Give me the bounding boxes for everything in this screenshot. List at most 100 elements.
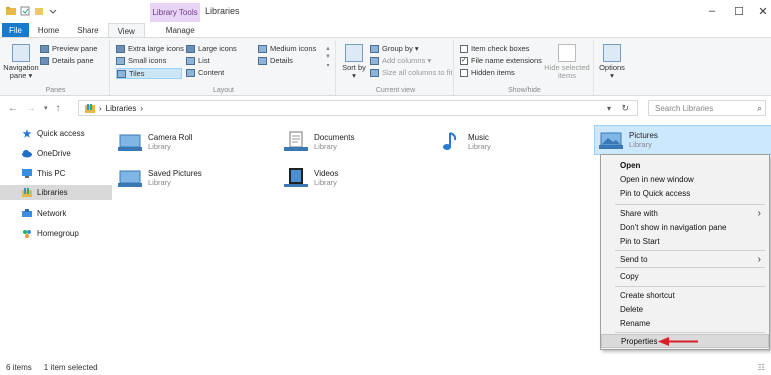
list-icon: [186, 56, 195, 65]
folder-icon[interactable]: [6, 6, 16, 16]
navigation-pane-icon: [12, 44, 30, 62]
tab-file[interactable]: File: [2, 23, 29, 38]
list-option[interactable]: List: [186, 56, 210, 65]
preview-pane-icon: [40, 44, 49, 53]
address-row: ← → ▾ ↑ › Libraries › ▾ ↻ Search Librari…: [0, 98, 771, 118]
homegroup-icon: [23, 230, 31, 238]
menu-separator: [615, 286, 765, 287]
videos-library-icon: [284, 168, 308, 187]
menu-item-rename[interactable]: Rename: [601, 317, 769, 330]
menu-item-send-to[interactable]: Send to ›: [601, 253, 769, 266]
details-pane-button[interactable]: Details pane: [40, 56, 94, 65]
extra-large-icons-option[interactable]: Extra large icons: [116, 44, 184, 53]
new-folder-icon[interactable]: [34, 6, 44, 16]
sidebar-item-quick-access[interactable]: Quick access: [8, 126, 108, 141]
checkbox-icon: [460, 44, 468, 53]
forward-button[interactable]: →: [26, 103, 36, 114]
hide-selected-items-button[interactable]: Hide selected items: [542, 44, 592, 81]
tiles-icon: [117, 69, 126, 78]
menu-item-open-new-window[interactable]: Open in new window: [601, 173, 769, 186]
status-selected-count: 1 item selected: [43, 363, 98, 372]
breadcrumb-separator: ›: [99, 103, 102, 113]
add-columns-button[interactable]: Add columns ▾: [370, 56, 431, 65]
add-columns-icon: [370, 56, 379, 65]
menu-item-share-with[interactable]: Share with ›: [601, 207, 769, 220]
menu-item-delete[interactable]: Delete: [601, 303, 769, 316]
minimize-button[interactable]: –: [697, 4, 727, 18]
navigation-pane-button[interactable]: Navigation pane ▾: [3, 44, 39, 81]
menu-item-open[interactable]: Open: [601, 159, 769, 172]
library-camera-roll[interactable]: Camera Roll Library: [118, 128, 268, 156]
camera-roll-library-icon: [118, 134, 142, 151]
expand-icon: ▾: [326, 63, 330, 69]
sidebar-item-this-pc[interactable]: This PC: [8, 166, 108, 181]
sort-by-button[interactable]: Sort by ▾: [342, 44, 366, 81]
sidebar-item-network[interactable]: Network: [8, 206, 108, 221]
library-videos[interactable]: Videos Library: [284, 164, 434, 192]
pictures-library-icon: [599, 132, 623, 149]
menu-item-create-shortcut[interactable]: Create shortcut: [601, 289, 769, 302]
content-option[interactable]: Content: [186, 68, 224, 77]
current-view-group-label: Current view: [375, 87, 416, 94]
extra-large-icons-icon: [116, 44, 125, 53]
music-library-icon: [443, 132, 457, 150]
menu-item-dont-show-nav[interactable]: Don't show in navigation pane: [601, 221, 769, 234]
address-bar[interactable]: › Libraries › ▾ ↻: [78, 100, 638, 116]
address-dropdown-button[interactable]: ▾: [607, 104, 611, 113]
close-button[interactable]: ✕: [748, 4, 771, 18]
details-pane-icon: [40, 56, 49, 65]
window-title: Libraries: [205, 6, 240, 16]
menu-item-pin-start[interactable]: Pin to Start: [601, 235, 769, 248]
sidebar-item-onedrive[interactable]: OneDrive: [8, 146, 108, 161]
group-by-button[interactable]: Group by ▾: [370, 44, 419, 53]
large-icons-option[interactable]: Large icons: [186, 44, 237, 53]
tiles-option[interactable]: Tiles: [116, 68, 182, 79]
details-icon: [258, 56, 267, 65]
search-input[interactable]: Search Libraries ⌕: [648, 100, 766, 116]
sort-icon: [345, 44, 363, 62]
context-menu: Open Open in new window Pin to Quick acc…: [600, 154, 770, 350]
item-check-boxes-toggle[interactable]: Item check boxes: [460, 44, 529, 53]
menu-item-properties[interactable]: Properties: [601, 334, 769, 348]
size-columns-button[interactable]: Size all columns to fit: [370, 68, 452, 77]
view-toggle-icon[interactable]: ☷: [758, 363, 765, 372]
menu-item-copy[interactable]: Copy: [601, 270, 769, 283]
network-icon: [22, 209, 32, 217]
tab-manage[interactable]: Manage: [157, 23, 204, 38]
menu-item-pin-quick-access[interactable]: Pin to Quick access: [601, 187, 769, 200]
up-button[interactable]: ↑: [56, 103, 61, 114]
library-music[interactable]: Music Library: [438, 128, 588, 156]
breadcrumb-libraries[interactable]: Libraries: [106, 104, 137, 113]
saved-pictures-library-icon: [118, 170, 142, 187]
library-saved-pictures[interactable]: Saved Pictures Library: [118, 164, 268, 192]
size-columns-icon: [370, 68, 379, 77]
file-name-extensions-toggle[interactable]: ✓ File name extensions: [460, 56, 542, 65]
tab-view[interactable]: View: [107, 23, 145, 38]
breadcrumb-separator: ›: [140, 103, 144, 113]
library-documents[interactable]: Documents Library: [284, 128, 434, 156]
chevron-right-icon: ›: [757, 254, 761, 265]
preview-pane-button[interactable]: Preview pane: [40, 44, 97, 53]
hidden-items-toggle[interactable]: Hidden items: [460, 68, 515, 77]
layout-scroll[interactable]: ▲ ▼ ▾: [325, 46, 331, 69]
medium-icons-option[interactable]: Medium icons: [258, 44, 316, 53]
refresh-button[interactable]: ↻: [621, 103, 629, 114]
tab-home[interactable]: Home: [29, 23, 68, 38]
details-option[interactable]: Details: [258, 56, 293, 65]
tab-share[interactable]: Share: [68, 23, 107, 38]
ribbon: Navigation pane ▾ Preview pane Details p…: [0, 37, 771, 96]
properties-icon[interactable]: [20, 6, 30, 16]
search-icon[interactable]: ⌕: [757, 103, 762, 114]
sidebar-item-homegroup[interactable]: Homegroup: [8, 226, 108, 241]
library-pictures[interactable]: Pictures Library: [594, 125, 771, 155]
options-button[interactable]: Options ▾: [598, 44, 626, 81]
recent-locations-button[interactable]: ▾: [44, 104, 48, 112]
sidebar-item-libraries[interactable]: Libraries: [0, 185, 112, 200]
current-view-group: Sort by ▾ Group by ▾ Add columns ▾ Size …: [338, 40, 454, 95]
chevron-down-icon[interactable]: [48, 6, 58, 16]
show-hide-group: Item check boxes ✓ File name extensions …: [456, 40, 594, 95]
back-button[interactable]: ←: [8, 103, 18, 114]
small-icons-option[interactable]: Small icons: [116, 56, 166, 65]
layout-group: Extra large icons Large icons Medium ico…: [112, 40, 336, 95]
menu-separator: [615, 250, 765, 251]
